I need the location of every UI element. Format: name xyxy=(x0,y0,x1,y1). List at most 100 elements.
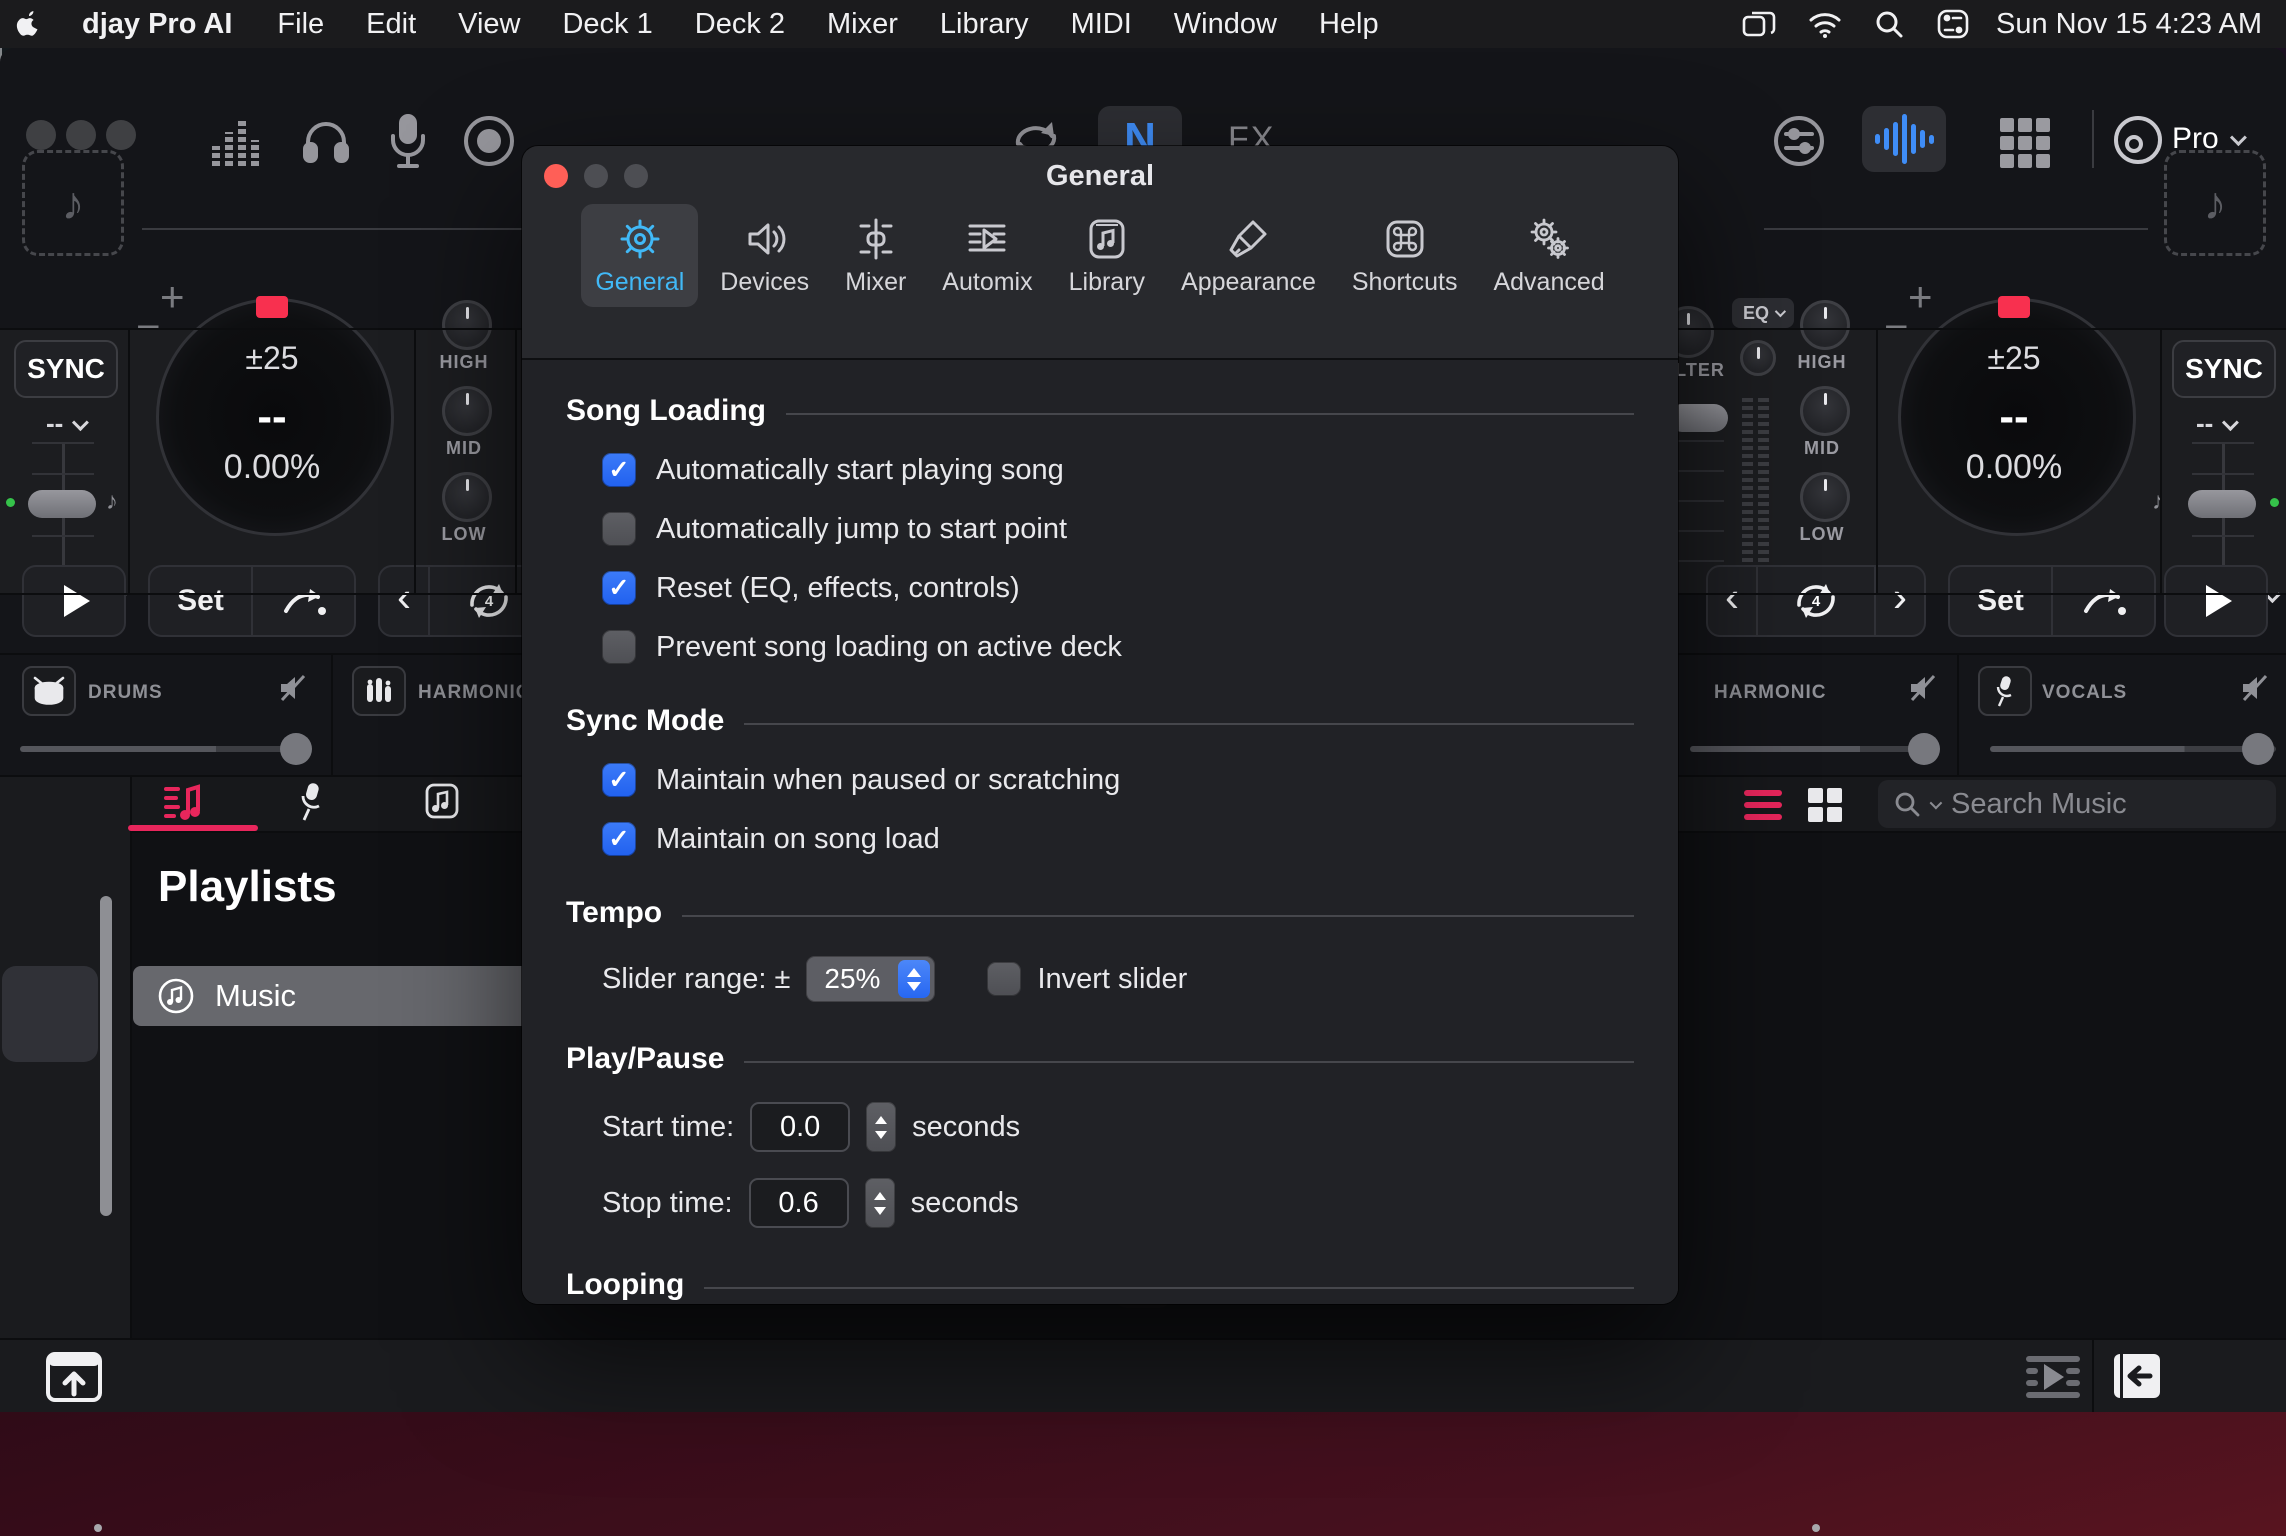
checkbox-invert-slider[interactable] xyxy=(987,962,1021,996)
window-zoom-button[interactable] xyxy=(106,120,136,150)
drums-volume-slider[interactable] xyxy=(20,746,308,752)
deck2-eq-dropdown[interactable]: EQ xyxy=(1732,298,1794,328)
menu-edit[interactable]: Edit xyxy=(345,8,437,41)
deck1-bpm-dropdown[interactable]: -- xyxy=(46,408,85,439)
deck1-set-cue-button[interactable]: Set xyxy=(150,567,251,635)
deck2-sync-button[interactable]: SYNC xyxy=(2172,340,2276,398)
tab-automix[interactable]: Automix xyxy=(928,204,1046,307)
harmonic-stem-icon-left[interactable] xyxy=(352,666,406,716)
headphones-cue-icon[interactable] xyxy=(300,114,352,166)
checkbox[interactable] xyxy=(602,571,636,605)
harmonic-mute-icon[interactable] xyxy=(1908,674,1938,702)
open-in-new-window-button[interactable] xyxy=(46,1352,102,1402)
list-view-button[interactable] xyxy=(1744,790,1782,820)
menu-library[interactable]: Library xyxy=(919,8,1050,41)
deck2-loop-halve-button[interactable]: ‹ xyxy=(1708,567,1756,635)
deck1-mid-knob[interactable] xyxy=(442,386,492,436)
tab-library[interactable]: Library xyxy=(1055,204,1159,307)
grid-view-button[interactable] xyxy=(1808,788,1842,822)
menu-help[interactable]: Help xyxy=(1298,8,1400,41)
deck2-low-knob[interactable] xyxy=(1800,472,1850,522)
automix-queue-button[interactable] xyxy=(2026,1356,2080,1398)
stop-time-input[interactable] xyxy=(749,1178,849,1228)
deck2-pitch-minus[interactable]: − xyxy=(1884,312,1909,342)
menu-view[interactable]: View xyxy=(437,8,541,41)
deck2-pitch-handle[interactable] xyxy=(2188,490,2256,518)
sampler-grid-icon[interactable] xyxy=(2000,118,2050,168)
deck1-sync-button[interactable]: SYNC xyxy=(14,340,118,398)
deck2-pitch-slider[interactable] xyxy=(2208,442,2238,570)
start-time-stepper[interactable] xyxy=(866,1102,896,1152)
control-center-icon[interactable] xyxy=(1920,9,1986,39)
vinyl-source-icon[interactable] xyxy=(2112,114,2164,166)
menu-midi[interactable]: MIDI xyxy=(1050,8,1153,41)
deck1-jump-button[interactable] xyxy=(251,567,354,635)
apple-menu[interactable] xyxy=(0,9,58,39)
tab-advanced[interactable]: Advanced xyxy=(1479,204,1618,307)
deck1-low-knob[interactable] xyxy=(442,472,492,522)
menu-mixer[interactable]: Mixer xyxy=(806,8,919,41)
tab-music-library[interactable] xyxy=(424,782,460,820)
vocals-volume-knob[interactable] xyxy=(2242,733,2274,765)
checkbox[interactable] xyxy=(602,630,636,664)
drums-mute-icon[interactable] xyxy=(278,674,308,702)
deck2-loop-double-button[interactable]: › xyxy=(1874,567,1924,635)
search-input[interactable] xyxy=(1949,787,2243,822)
deck1-artwork-placeholder[interactable]: ♪ xyxy=(22,150,124,256)
deck2-gain-knob[interactable] xyxy=(1740,340,1776,376)
wifi-icon[interactable] xyxy=(1792,10,1858,38)
tab-playlists[interactable] xyxy=(162,784,202,822)
mixer-settings-icon[interactable] xyxy=(1772,114,1826,168)
sidebar-scrollbar[interactable] xyxy=(100,896,112,1216)
menu-deck1[interactable]: Deck 1 xyxy=(541,8,673,41)
menu-clock[interactable]: Sun Nov 15 4:23 AM xyxy=(1986,8,2286,41)
tab-shortcuts[interactable]: Shortcuts xyxy=(1338,204,1472,307)
menu-window[interactable]: Window xyxy=(1153,8,1298,41)
tab-general[interactable]: General xyxy=(581,204,698,307)
deck1-play-button[interactable] xyxy=(22,565,126,637)
waveform-view-toggle[interactable] xyxy=(1862,106,1946,172)
deck1-pitch-plus[interactable]: + xyxy=(160,282,185,312)
start-time-input[interactable] xyxy=(750,1102,850,1152)
deck2-high-knob[interactable] xyxy=(1800,300,1850,350)
deck2-pitch-plus[interactable]: + xyxy=(1908,282,1933,312)
deck1-keylock-icon[interactable]: ♪ xyxy=(106,488,118,516)
menu-deck2[interactable]: Deck 2 xyxy=(674,8,806,41)
deck2-loop-button[interactable]: 4 xyxy=(1756,567,1874,635)
tab-microphone[interactable] xyxy=(296,782,328,822)
drums-stem-icon[interactable] xyxy=(22,666,76,716)
deck1-pitch-handle[interactable] xyxy=(28,490,96,518)
checkbox[interactable] xyxy=(602,822,636,856)
harmonic-volume-knob[interactable] xyxy=(1908,733,1940,765)
deck2-play-button[interactable] xyxy=(2164,565,2268,637)
deck1-pitch-slider[interactable] xyxy=(48,442,78,570)
tab-devices[interactable]: Devices xyxy=(706,204,823,307)
drums-volume-knob[interactable] xyxy=(280,733,312,765)
spotlight-search-icon[interactable] xyxy=(1858,9,1920,39)
menu-app-name[interactable]: djay Pro AI xyxy=(58,8,256,41)
deck1-high-knob[interactable] xyxy=(442,300,492,350)
vocals-mute-icon[interactable] xyxy=(2240,674,2270,702)
deck2-artwork-placeholder[interactable]: ♪ xyxy=(2164,150,2266,256)
window-minimize-button[interactable] xyxy=(66,120,96,150)
deck2-keylock-icon[interactable]: ♪ xyxy=(2152,488,2164,516)
stop-time-stepper[interactable] xyxy=(865,1178,895,1228)
deck2-jump-button[interactable] xyxy=(2051,567,2154,635)
menu-file[interactable]: File xyxy=(256,8,345,41)
deck2-bpm-dropdown[interactable]: -- xyxy=(2196,408,2235,439)
deck1-pitch-minus[interactable]: − xyxy=(136,312,161,342)
microphone-icon[interactable] xyxy=(386,114,430,170)
tab-mixer[interactable]: Mixer xyxy=(831,204,920,307)
checkbox[interactable] xyxy=(602,512,636,546)
deck2-mid-knob[interactable] xyxy=(1800,386,1850,436)
harmonic-volume-slider[interactable] xyxy=(1690,746,1940,752)
deck1-loop-halve-button[interactable]: ‹ xyxy=(380,567,428,635)
checkbox[interactable] xyxy=(602,453,636,487)
vocals-stem-icon[interactable] xyxy=(1978,666,2032,716)
slider-range-select[interactable]: 25% xyxy=(806,956,935,1002)
vocals-volume-slider[interactable] xyxy=(1990,746,2276,752)
record-icon[interactable] xyxy=(462,114,516,168)
checkbox[interactable] xyxy=(602,763,636,797)
hide-library-panel-button[interactable] xyxy=(2112,1352,2162,1400)
search-field[interactable] xyxy=(1878,780,2276,828)
